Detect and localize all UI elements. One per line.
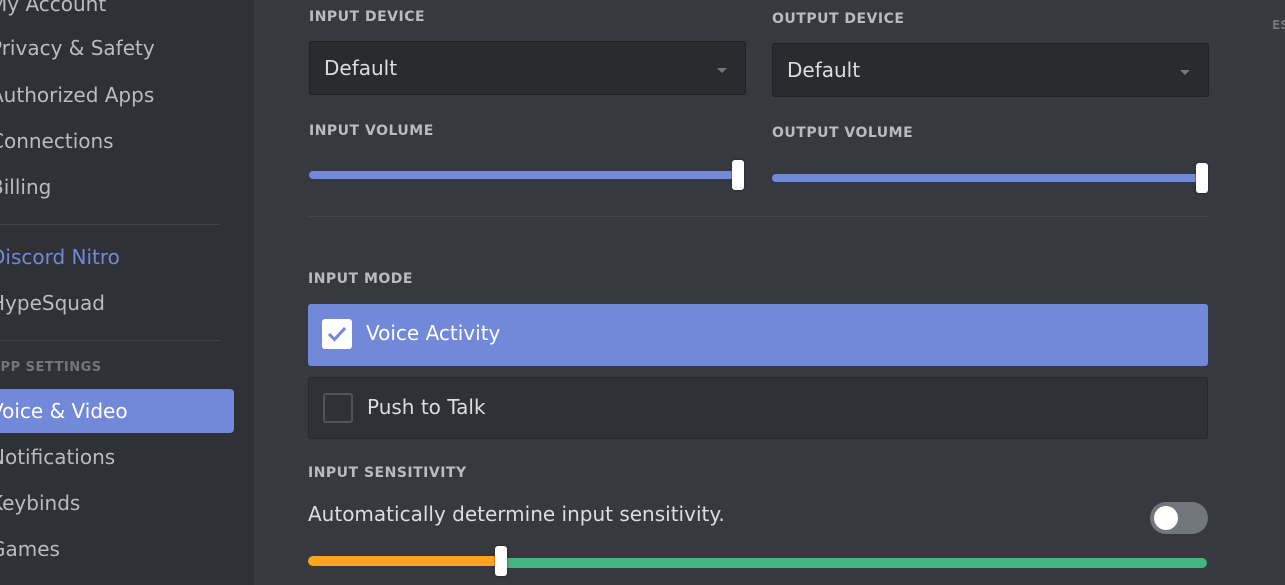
esc-label[interactable]: ESC <box>1272 18 1285 32</box>
input-device-select[interactable]: Default <box>309 41 746 95</box>
output-device-value: Default <box>787 58 861 82</box>
sidebar-item-hypesquad[interactable]: HypeSquad <box>0 281 234 325</box>
checkmark-icon <box>327 326 347 342</box>
input-volume-slider[interactable] <box>309 171 739 179</box>
sidebar-item-privacy-safety[interactable]: Privacy & Safety <box>0 26 234 70</box>
sensitivity-bar-high[interactable] <box>502 558 1207 568</box>
sidebar-item-voice-video[interactable]: Voice & Video <box>0 389 234 433</box>
input-sensitivity-label: INPUT SENSITIVITY <box>308 465 467 481</box>
sidebar-divider <box>0 340 220 341</box>
input-device-value: Default <box>324 56 398 80</box>
voice-activity-label: Voice Activity <box>366 321 501 345</box>
sidebar-item-notifications[interactable]: Notifications <box>0 435 234 479</box>
sensitivity-bar-low[interactable] <box>308 556 502 566</box>
sidebar-item-connections[interactable]: Connections <box>0 119 234 163</box>
checkbox-unchecked[interactable] <box>323 393 353 423</box>
auto-sensitivity-label: Automatically determine input sensitivit… <box>308 502 725 526</box>
input-mode-label: INPUT MODE <box>308 271 413 287</box>
settings-sidebar: My Account Privacy & Safety Authorized A… <box>0 0 254 585</box>
output-device-select[interactable]: Default <box>772 43 1209 97</box>
auto-sensitivity-toggle[interactable] <box>1150 502 1208 534</box>
input-volume-handle[interactable] <box>732 160 744 190</box>
sensitivity-handle[interactable] <box>495 546 507 576</box>
checkbox-checked[interactable] <box>322 319 352 349</box>
sidebar-item-my-account[interactable]: My Account <box>0 0 234 26</box>
sidebar-item-authorized-apps[interactable]: Authorized Apps <box>0 73 234 117</box>
input-volume-label: INPUT VOLUME <box>309 123 434 139</box>
input-mode-push-to-talk[interactable]: Push to Talk <box>308 377 1208 439</box>
sidebar-item-billing[interactable]: Billing <box>0 165 234 209</box>
chevron-down-icon <box>717 68 727 73</box>
input-device-label: INPUT DEVICE <box>309 9 426 25</box>
sidebar-item-games[interactable]: Games <box>0 527 234 571</box>
toggle-knob <box>1154 506 1178 530</box>
output-device-label: OUTPUT DEVICE <box>772 11 905 27</box>
input-mode-voice-activity[interactable]: Voice Activity <box>308 304 1208 366</box>
output-volume-handle[interactable] <box>1196 163 1208 193</box>
section-divider <box>308 216 1208 217</box>
sidebar-section-header: APP SETTINGS <box>0 360 102 375</box>
output-volume-slider[interactable] <box>772 174 1202 182</box>
push-to-talk-label: Push to Talk <box>367 395 486 419</box>
sidebar-item-keybinds[interactable]: Keybinds <box>0 481 234 525</box>
output-volume-label: OUTPUT VOLUME <box>772 125 914 141</box>
sidebar-item-discord-nitro[interactable]: Discord Nitro <box>0 235 234 279</box>
sidebar-divider <box>0 224 220 225</box>
chevron-down-icon <box>1180 70 1190 75</box>
